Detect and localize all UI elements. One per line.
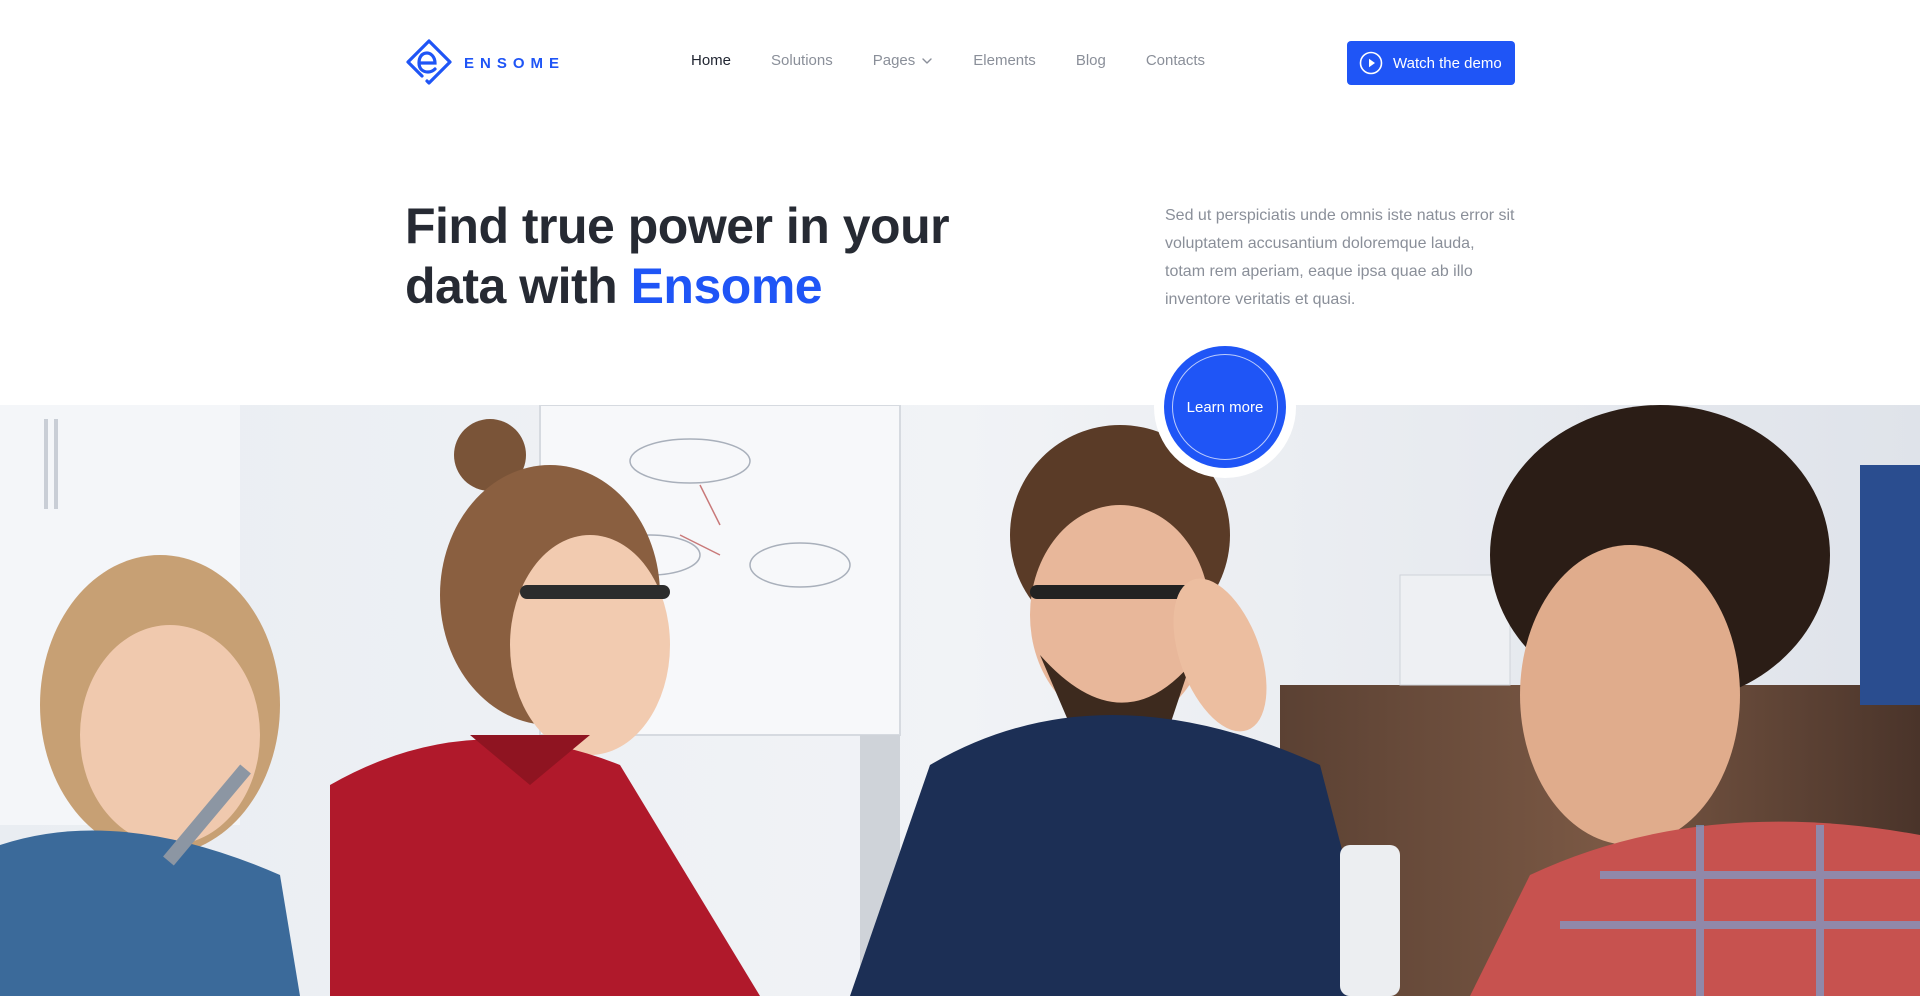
- nav-item-contacts[interactable]: Contacts: [1146, 52, 1205, 69]
- hero-title-accent: Ensome: [630, 258, 823, 314]
- brand-name: ENSOME: [464, 54, 566, 72]
- nav-item-label: Solutions: [771, 52, 833, 69]
- nav-item-home[interactable]: Home: [691, 52, 731, 69]
- ensome-logo-icon: [406, 39, 452, 85]
- hero-title-line1: Find true power in your: [405, 198, 950, 254]
- learn-more-label: Learn more: [1186, 398, 1264, 416]
- hero-team-photo: [0, 405, 1920, 996]
- nav-item-label: Blog: [1075, 52, 1106, 69]
- chevron-down-icon: [922, 57, 932, 64]
- nav-item-elements[interactable]: Elements: [973, 52, 1036, 69]
- brand-logo[interactable]: ENSOME: [404, 38, 565, 88]
- play-circle-icon: [1359, 51, 1383, 75]
- team-meeting-image: [0, 405, 1920, 996]
- watch-demo-label: Watch the demo: [1393, 54, 1502, 72]
- nav-item-blog[interactable]: Blog: [1076, 52, 1106, 69]
- site-header: ENSOME Home Solutions Pages Elements Blo…: [0, 0, 1920, 126]
- hero-title-line2: data with: [405, 258, 631, 314]
- watch-demo-button[interactable]: Watch the demo: [1347, 41, 1515, 85]
- nav-item-solutions[interactable]: Solutions: [771, 52, 833, 69]
- nav-item-label: Pages: [872, 52, 916, 69]
- hero-description: Sed ut perspiciatis unde omnis iste natu…: [1165, 207, 1515, 308]
- nav-item-pages[interactable]: Pages: [873, 52, 934, 69]
- learn-more-button[interactable]: Learn more: [1164, 346, 1286, 468]
- main-nav: Home Solutions Pages Elements Blog Conta…: [691, 52, 1245, 69]
- hero-title: Find true power in your data with Ensome: [405, 196, 965, 316]
- nav-item-label: Contacts: [1145, 52, 1206, 69]
- nav-item-label: Elements: [973, 52, 1036, 69]
- nav-item-label: Home: [691, 52, 732, 69]
